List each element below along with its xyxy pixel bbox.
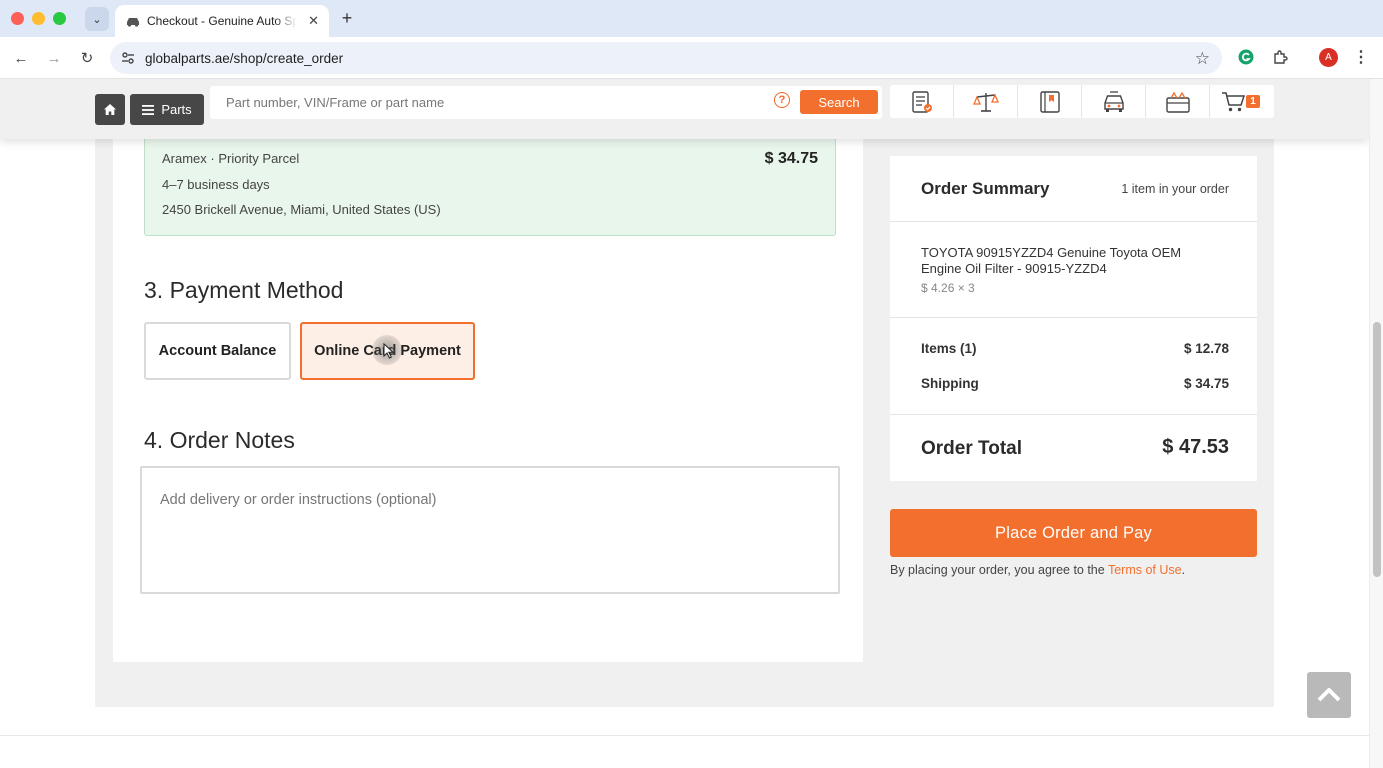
order-item-count: 1 item in your order: [1121, 182, 1229, 196]
part-search-input[interactable]: [210, 86, 770, 119]
hamburger-icon: [142, 104, 155, 115]
part-search-box: ? Search: [210, 86, 882, 119]
car-favicon-icon: [127, 18, 139, 27]
home-icon: [104, 104, 116, 115]
extensions-puzzle-icon[interactable]: [1269, 46, 1291, 68]
shipping-price: $ 34.75: [764, 150, 818, 167]
new-tab-button[interactable]: +: [337, 8, 357, 28]
garage-vehicle-button[interactable]: [1082, 85, 1146, 118]
order-list-button[interactable]: [890, 85, 954, 118]
cart-count-badge: 1: [1246, 95, 1260, 108]
window-close-button[interactable]: [11, 12, 24, 25]
help-icon[interactable]: ?: [774, 92, 790, 108]
car-icon: [1103, 90, 1124, 112]
tab-title: Checkout - Genuine Auto Spa: [147, 14, 297, 28]
browser-menu-icon[interactable]: ⋮: [1353, 47, 1369, 67]
catalog-book-icon: [1039, 90, 1060, 113]
window-maximize-button[interactable]: [53, 12, 66, 25]
grammarly-extension-icon[interactable]: [1235, 46, 1257, 68]
garage-icon: [1165, 91, 1190, 113]
page-scrollbar[interactable]: [1369, 79, 1383, 768]
browser-tab-checkout[interactable]: Checkout - Genuine Auto Spa ✕: [115, 5, 329, 37]
order-summary-header: Order Summary 1 item in your order: [890, 156, 1257, 222]
terms-agreement-text: By placing your order, you agree to the …: [890, 563, 1185, 577]
url-text: globalparts.ae/shop/create_order: [145, 50, 344, 66]
balance-scale-icon: [972, 92, 999, 112]
site-info-icon[interactable]: [120, 50, 136, 66]
header-icon-bar: 1: [890, 85, 1274, 118]
parts-label: Parts: [161, 102, 192, 117]
page-content: Parts ? Search: [0, 79, 1369, 768]
bookmark-star-icon[interactable]: ☆: [1195, 49, 1210, 69]
agree-suffix: .: [1181, 563, 1186, 577]
order-summary-card: Order Summary 1 item in your order TOYOT…: [890, 156, 1257, 481]
forward-arrow-icon[interactable]: →: [43, 47, 65, 69]
order-notes-title: 4. Order Notes: [144, 427, 295, 453]
place-order-button[interactable]: Place Order and Pay: [890, 509, 1257, 557]
order-total-label: Order Total: [921, 438, 1022, 459]
deals-button[interactable]: [1146, 85, 1210, 118]
compare-button[interactable]: [954, 85, 1018, 118]
summary-line-item: TOYOTA 90915YZZD4 Genuine Toyota OEM Eng…: [890, 222, 1257, 318]
browser-toolbar: ← → ↻ globalparts.ae/shop/create_order ☆…: [0, 37, 1383, 79]
items-subtotal-label: Items (1): [921, 341, 977, 356]
order-total-value: $ 47.53: [1162, 436, 1229, 458]
tab-close-icon[interactable]: ✕: [308, 13, 319, 29]
home-button[interactable]: [95, 94, 125, 125]
scrollbar-thumb[interactable]: [1373, 322, 1381, 577]
shipping-delivery-time: 4–7 business days: [162, 177, 270, 192]
tab-search-button[interactable]: ⌄: [85, 7, 109, 31]
cart-button[interactable]: 1: [1210, 85, 1274, 118]
site-header: Parts ? Search: [0, 79, 1369, 139]
address-bar[interactable]: globalparts.ae/shop/create_order ☆: [110, 42, 1222, 74]
parts-menu-button[interactable]: Parts: [130, 94, 204, 125]
chevron-down-icon: ⌄: [92, 13, 102, 26]
reload-icon[interactable]: ↻: [76, 47, 98, 69]
agree-prefix: By placing your order, you agree to the: [890, 563, 1108, 577]
order-notes-textarea[interactable]: [140, 466, 840, 594]
chevron-up-icon: [1317, 688, 1341, 702]
payment-method-title: 3. Payment Method: [144, 277, 344, 303]
window-minimize-button[interactable]: [32, 12, 45, 25]
mouse-pointer-icon: [383, 343, 395, 359]
summary-subtotals: Items (1) $ 12.78 Shipping $ 34.75: [890, 318, 1257, 415]
shipping-carrier: Aramex · Priority Parcel: [162, 151, 300, 166]
search-button[interactable]: Search: [800, 90, 878, 114]
footer-divider: [0, 735, 1369, 736]
scroll-to-top-button[interactable]: [1307, 672, 1351, 718]
shipping-subtotal-label: Shipping: [921, 376, 979, 391]
browser-tab-strip: ⌄ Checkout - Genuine Auto Spa ✕ +: [0, 0, 1383, 37]
items-subtotal-value: $ 12.78: [1183, 341, 1229, 356]
back-arrow-icon[interactable]: ←: [10, 47, 32, 69]
summary-item-price-qty: $ 4.26 × 3: [921, 281, 975, 295]
order-summary-title: Order Summary: [921, 179, 1050, 198]
summary-item-name: TOYOTA 90915YZZD4 Genuine Toyota OEM Eng…: [921, 245, 1182, 276]
payment-option-account-balance[interactable]: Account Balance: [144, 322, 291, 380]
cart-icon: [1222, 91, 1246, 111]
order-list-icon: [911, 90, 932, 113]
catalog-button[interactable]: [1018, 85, 1082, 118]
profile-avatar[interactable]: A: [1319, 48, 1338, 67]
shipping-subtotal-value: $ 34.75: [1183, 376, 1229, 391]
shipping-address: 2450 Brickell Avenue, Miami, United Stat…: [162, 202, 441, 217]
terms-of-use-link[interactable]: Terms of Use: [1108, 563, 1182, 577]
